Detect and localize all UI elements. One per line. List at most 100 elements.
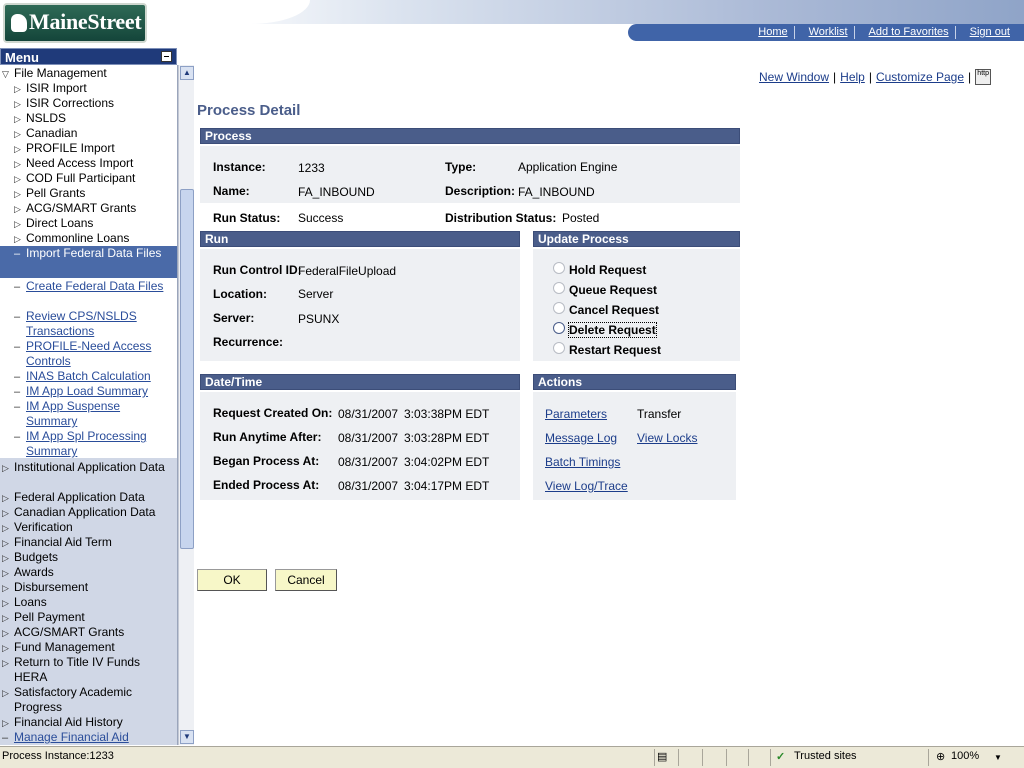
sidebar-item[interactable]: ▷ Canadian bbox=[0, 126, 177, 141]
sidebar-item[interactable]: ▷ ACG/SMART Grants bbox=[0, 625, 177, 640]
nav-home-link[interactable]: Home bbox=[744, 26, 793, 39]
sidebar-item[interactable]: – Review CPS/NSLDS Transactions bbox=[0, 309, 177, 339]
customize-page-link[interactable]: Customize Page bbox=[876, 70, 964, 84]
sidebar-item-label[interactable]: ISIR Corrections bbox=[26, 96, 174, 111]
sidebar-item[interactable]: ▷ Disbursement bbox=[0, 580, 177, 595]
sidebar-item-label[interactable]: Financial Aid History bbox=[14, 715, 174, 730]
sidebar-item[interactable]: ▷ Financial Aid History bbox=[0, 715, 177, 730]
restart-request-label[interactable]: Restart Request bbox=[569, 343, 661, 357]
sidebar-item[interactable]: ▽ File Management bbox=[0, 66, 177, 81]
sidebar-item-label[interactable]: INAS Batch Calculation bbox=[26, 369, 174, 384]
sidebar-item[interactable]: ▷ NSLDS bbox=[0, 111, 177, 126]
hold-request-radio[interactable] bbox=[553, 262, 565, 274]
sidebar-item-label[interactable]: IM App Spl Processing Summary bbox=[26, 429, 174, 459]
sidebar-item[interactable]: ▷ Pell Payment bbox=[0, 610, 177, 625]
sidebar-item[interactable]: – Create Federal Data Files bbox=[0, 279, 177, 309]
sidebar-item-label[interactable]: HERA bbox=[14, 670, 174, 685]
sidebar-item-label[interactable]: Pell Grants bbox=[26, 186, 174, 201]
sidebar-item-label[interactable]: Federal Application Data bbox=[14, 490, 174, 505]
sidebar-item[interactable]: – IM App Suspense Summary bbox=[0, 399, 177, 429]
new-window-link[interactable]: New Window bbox=[759, 70, 829, 84]
sidebar-item[interactable]: ▷ Loans bbox=[0, 595, 177, 610]
sidebar-item-label[interactable]: ISIR Import bbox=[26, 81, 174, 96]
sidebar-item-label[interactable]: Fund Management bbox=[14, 640, 174, 655]
sidebar-item[interactable]: ▷ Need Access Import bbox=[0, 156, 177, 171]
sidebar-item-label[interactable]: Budgets bbox=[14, 550, 174, 565]
sidebar-item-label[interactable]: Satisfactory Academic Progress bbox=[14, 685, 174, 715]
queue-request-label[interactable]: Queue Request bbox=[569, 283, 657, 297]
sidebar-item-label[interactable]: Pell Payment bbox=[14, 610, 174, 625]
cancel-button[interactable]: Cancel bbox=[275, 569, 337, 591]
sidebar-item[interactable]: ▷ Commonline Loans bbox=[0, 231, 177, 246]
parameters-link[interactable]: Parameters bbox=[545, 407, 607, 421]
sidebar-item-label[interactable]: Awards bbox=[14, 565, 174, 580]
sidebar-item-label[interactable]: Canadian Application Data bbox=[14, 505, 174, 520]
sidebar-item-label[interactable]: Need Access Import bbox=[26, 156, 174, 171]
sidebar-item[interactable]: ▷ Federal Application Data bbox=[0, 490, 177, 505]
view-log-trace-link[interactable]: View Log/Trace bbox=[545, 479, 628, 493]
sidebar-item-label[interactable]: Commonline Loans bbox=[26, 231, 174, 246]
sidebar-item[interactable]: ▷ ACG/SMART Grants bbox=[0, 201, 177, 216]
collapse-menu-icon[interactable] bbox=[161, 51, 172, 62]
help-link[interactable]: Help bbox=[840, 70, 865, 84]
sidebar-item-label[interactable]: COD Full Participant bbox=[26, 171, 174, 186]
queue-request-radio[interactable] bbox=[553, 282, 565, 294]
cancel-request-label[interactable]: Cancel Request bbox=[569, 303, 659, 317]
sidebar-item[interactable]: – INAS Batch Calculation bbox=[0, 369, 177, 384]
nav-sign-out-link[interactable]: Sign out bbox=[954, 26, 1016, 39]
sidebar-item-label[interactable]: Canadian bbox=[26, 126, 174, 141]
restart-request-radio[interactable] bbox=[553, 342, 565, 354]
sidebar-item-label[interactable]: Direct Loans bbox=[26, 216, 174, 231]
sidebar-item[interactable]: ▷ Pell Grants bbox=[0, 186, 177, 201]
sidebar-item[interactable]: – Import Federal Data Files bbox=[0, 246, 177, 278]
sidebar-item-label[interactable]: ACG/SMART Grants bbox=[26, 201, 174, 216]
http-link-icon[interactable]: http bbox=[975, 69, 992, 85]
sidebar-item-label[interactable]: File Management bbox=[14, 66, 174, 81]
sidebar-item[interactable]: – IM App Spl Processing Summary bbox=[0, 429, 177, 459]
sidebar-item[interactable]: ▷ Return to Title IV Funds bbox=[0, 655, 177, 670]
sidebar-item[interactable]: ▷ Verification bbox=[0, 520, 177, 535]
batch-timings-link[interactable]: Batch Timings bbox=[545, 455, 620, 469]
sidebar-item-label[interactable]: Review CPS/NSLDS Transactions bbox=[26, 309, 174, 339]
sidebar-item-label[interactable]: IM App Suspense Summary bbox=[26, 399, 174, 429]
zoom-level[interactable]: 100% bbox=[951, 750, 979, 762]
ok-button[interactable]: OK bbox=[197, 569, 267, 591]
sidebar-item[interactable]: ▷ Budgets bbox=[0, 550, 177, 565]
sidebar-item[interactable]: ▷ Satisfactory Academic Progress bbox=[0, 685, 177, 715]
sidebar-item-label[interactable]: Manage Financial Aid bbox=[14, 730, 174, 745]
sidebar-item-label[interactable]: Financial Aid Term bbox=[14, 535, 174, 550]
sidebar-item-label[interactable]: Loans bbox=[14, 595, 174, 610]
sidebar-item[interactable]: HERA bbox=[0, 670, 177, 685]
message-log-link[interactable]: Message Log bbox=[545, 431, 617, 445]
sidebar-item-label[interactable]: PROFILE-Need Access Controls bbox=[26, 339, 174, 369]
sidebar-item[interactable]: ▷ ISIR Corrections bbox=[0, 96, 177, 111]
sidebar-item[interactable]: – IM App Load Summary bbox=[0, 384, 177, 399]
sidebar-item[interactable]: ▷ Canadian Application Data bbox=[0, 505, 177, 520]
sidebar-item[interactable]: ▷ Financial Aid Term bbox=[0, 535, 177, 550]
sidebar-item-label[interactable]: Verification bbox=[14, 520, 174, 535]
scroll-thumb[interactable] bbox=[180, 189, 194, 549]
sidebar-item[interactable]: ▷ PROFILE Import bbox=[0, 141, 177, 156]
zoom-icon[interactable]: ⊕ bbox=[936, 750, 945, 763]
delete-request-label[interactable]: Delete Request bbox=[568, 322, 657, 338]
hold-request-label[interactable]: Hold Request bbox=[569, 263, 646, 277]
sidebar-item[interactable]: – PROFILE-Need Access Controls bbox=[0, 339, 177, 369]
sidebar-item-label[interactable]: Disbursement bbox=[14, 580, 174, 595]
sidebar-item[interactable]: ▷ Institutional Application Data bbox=[0, 460, 177, 490]
sidebar-item-label[interactable]: NSLDS bbox=[26, 111, 174, 126]
menu-scrollbar[interactable]: ▲ ▼ bbox=[178, 65, 194, 745]
cancel-request-radio[interactable] bbox=[553, 302, 565, 314]
view-locks-link[interactable]: View Locks bbox=[637, 431, 697, 445]
sidebar-item-label[interactable]: Return to Title IV Funds bbox=[14, 655, 174, 670]
nav-add-favorites-link[interactable]: Add to Favorites bbox=[853, 26, 955, 39]
sidebar-item[interactable]: ▷ COD Full Participant bbox=[0, 171, 177, 186]
nav-worklist-link[interactable]: Worklist bbox=[793, 26, 854, 39]
delete-request-radio[interactable] bbox=[553, 322, 565, 334]
sidebar-item-label[interactable]: IM App Load Summary bbox=[26, 384, 174, 399]
sidebar-item[interactable]: ▷ ISIR Import bbox=[0, 81, 177, 96]
sidebar-item[interactable]: ▷ Direct Loans bbox=[0, 216, 177, 231]
scroll-down-icon[interactable]: ▼ bbox=[180, 730, 194, 744]
sidebar-item-label[interactable]: Create Federal Data Files bbox=[26, 279, 174, 294]
zoom-dropdown-icon[interactable]: ▼ bbox=[994, 753, 1002, 762]
sidebar-item-label[interactable]: Import Federal Data Files bbox=[26, 246, 174, 261]
